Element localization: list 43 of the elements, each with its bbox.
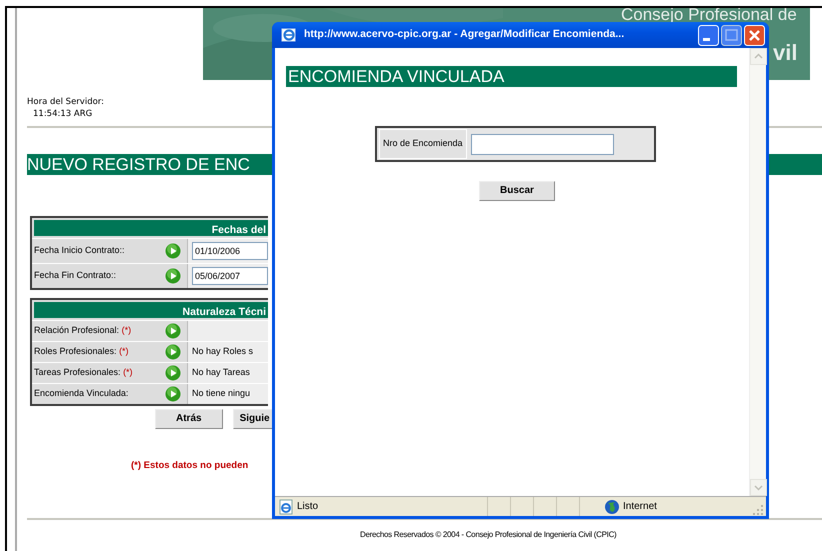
field-label: Nro de Encomienda xyxy=(379,129,467,159)
table-cell: No hay Tareas xyxy=(187,363,268,383)
browser-icon xyxy=(281,27,297,43)
resize-grip-icon[interactable] xyxy=(752,504,764,516)
required-mark: (*) xyxy=(122,325,132,336)
server-time: 11:54:13 ARG xyxy=(32,108,94,120)
logo-text: Consejo Profesional de xyxy=(621,8,797,26)
date-field[interactable]: 01/10/2006 xyxy=(192,242,268,260)
close-button[interactable] xyxy=(744,24,765,46)
search-button[interactable]: Buscar xyxy=(479,181,555,201)
field-label: Fecha Inicio Contrato:: xyxy=(33,244,126,258)
logo-text: vil xyxy=(773,39,798,67)
field-label: Roles Profesionales: (*) xyxy=(33,345,130,358)
footer-text: Derechos Reservados © 2004 - Consejo Profesional de Ingeniería Civil (CPIC) xyxy=(360,529,618,542)
globe-icon xyxy=(604,498,620,514)
field-label: Encomienda Vinculada: xyxy=(33,387,130,400)
required-note: (*) Estos datos no pueden xyxy=(131,459,250,473)
maximize-button[interactable] xyxy=(721,24,742,46)
section-header: Naturaleza Técni xyxy=(32,300,268,320)
play-icon[interactable] xyxy=(165,243,181,259)
field-label: Relación Profesional: (*) xyxy=(33,324,132,338)
table-cell: No tiene ningu xyxy=(187,384,268,404)
play-icon[interactable] xyxy=(165,386,181,402)
window-title: http://www.acervo-cpic.org.ar - Agregar/Modificar Encomienda... xyxy=(304,27,626,42)
popup-heading: ENCOMIENDA VINCULADA xyxy=(286,66,737,87)
date-field[interactable]: 05/06/2007 xyxy=(192,267,268,285)
field-label: Tareas Profesionales: (*) xyxy=(33,366,134,380)
status-text: Listo xyxy=(297,500,320,514)
play-icon[interactable] xyxy=(165,344,181,360)
minimize-button[interactable] xyxy=(698,24,719,46)
play-icon[interactable] xyxy=(165,323,181,339)
section-header: Fechas del xyxy=(32,218,268,238)
table-cell: No hay Roles s xyxy=(187,342,268,362)
play-icon[interactable] xyxy=(165,365,181,381)
page-icon xyxy=(278,498,294,514)
required-mark: (*) xyxy=(119,346,129,356)
back-button[interactable]: Atrás xyxy=(155,409,223,429)
zone-text: Internet xyxy=(623,500,657,514)
server-time-label: Hora del Servidor: xyxy=(27,96,106,108)
play-icon[interactable] xyxy=(165,268,181,284)
required-mark: (*) xyxy=(123,367,133,378)
number-input[interactable] xyxy=(470,134,614,154)
field-label: Fecha Fin Contrato:: xyxy=(33,269,118,282)
